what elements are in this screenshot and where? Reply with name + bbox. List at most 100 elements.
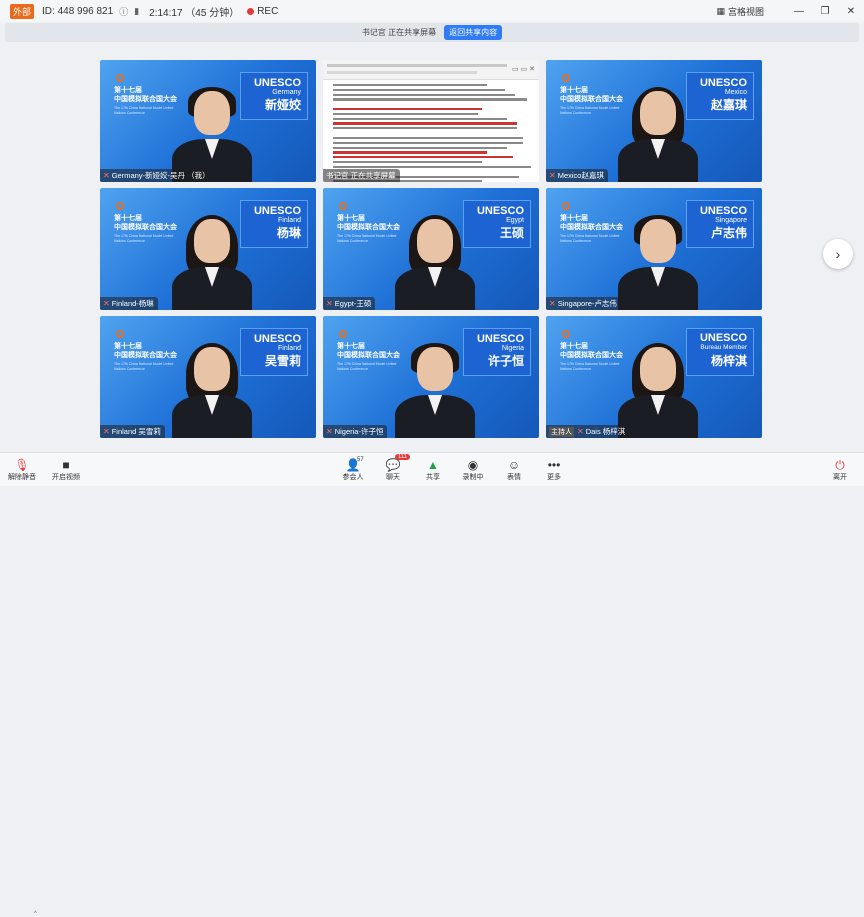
document-text-line <box>333 84 487 86</box>
conference-title: 第十七届 中国模拟联合国大会 <box>560 214 623 232</box>
conference-title-line1: 第十七届 <box>114 86 177 95</box>
participant-name: Nigeria-许子恒 <box>335 426 384 437</box>
shared-screen-tile[interactable]: ▭ ▭ ✕ 书记官 正在共享屏幕 <box>323 60 539 182</box>
info-icon[interactable]: ⓘ <box>119 5 128 18</box>
reactions-button[interactable]: ☺ 表情 <box>494 458 534 482</box>
conference-logo-icon <box>562 74 570 82</box>
share-name-tag: 书记官 正在共享屏幕 <box>323 169 400 182</box>
conference-title: 第十七届 中国模拟联合国大会 <box>114 214 177 232</box>
conference-subtitle: The 17th China National Model United Nat… <box>560 362 620 372</box>
close-button[interactable]: ✕ <box>838 6 864 17</box>
leave-icon: ⏻ <box>820 458 860 472</box>
conference-title: 第十七届 中国模拟联合国大会 <box>114 342 177 360</box>
participant-face <box>194 91 230 135</box>
document-text-line <box>333 137 523 139</box>
mic-off-icon: ✕ <box>326 299 333 308</box>
conference-title-line2: 中国模拟联合国大会 <box>560 223 623 232</box>
conference-logo-icon <box>562 330 570 338</box>
unmute-button[interactable]: 🎙︎ 解除静音 <box>2 458 42 482</box>
participant-tile[interactable]: 第十七届 中国模拟联合国大会 The 17th China National Mod… <box>546 60 762 182</box>
document-text-line <box>333 151 487 153</box>
leave-button[interactable]: ⏻ 离开 <box>820 458 860 482</box>
document-text-line <box>333 113 478 115</box>
share-status-bar: 书记官 正在共享屏幕 返回共享内容 <box>5 23 859 42</box>
meeting-toolbar: 🎙︎ 解除静音 ^ ■ 开启视频 👤 57 参会人 💬 111 聊天 ▲ 共享 … <box>0 452 864 486</box>
chat-badge: 111 <box>395 454 410 460</box>
mic-options-icon[interactable]: ^ <box>34 911 37 917</box>
participant-name-tag: ✕ Mexico赵嘉琪 <box>546 169 608 182</box>
conference-title: 第十七届 中国模拟联合国大会 <box>337 214 400 232</box>
participant-name: Singapore-卢志伟 <box>558 298 617 309</box>
gallery-view-button[interactable]: ▦ 宫格视图 <box>716 5 764 18</box>
participant-tile[interactable]: 第十七届 中国模拟联合国大会 The 17th China National Mod… <box>323 316 539 438</box>
conference-title-line2: 中国模拟联合国大会 <box>560 351 623 360</box>
participant-tile[interactable]: 第十七届 中国模拟联合国大会 The 17th China National Mod… <box>323 188 539 310</box>
conference-title: 第十七届 中国模拟联合国大会 <box>560 342 623 360</box>
more-button[interactable]: ••• 更多 <box>534 458 574 482</box>
document-text-line <box>333 161 482 163</box>
participant-video <box>618 215 698 310</box>
unmute-label: 解除静音 <box>8 474 36 481</box>
participants-button[interactable]: 👤 57 参会人 <box>333 458 373 482</box>
conference-title-line1: 第十七届 <box>337 214 400 223</box>
mic-off-icon: ✕ <box>549 299 556 308</box>
meeting-id[interactable]: ID: 448 996 821 <box>42 6 113 17</box>
conference-subtitle: The 17th China National Model United Nat… <box>337 234 397 244</box>
record-dot-icon <box>247 8 254 15</box>
participant-name: Egypt-王硕 <box>335 298 372 309</box>
next-page-button[interactable]: › <box>823 239 853 269</box>
gallery-view-label: 宫格视图 <box>728 5 764 18</box>
conference-title: 第十七届 中国模拟联合国大会 <box>337 342 400 360</box>
share-button[interactable]: ▲ 共享 <box>413 458 453 482</box>
document-text-line <box>333 147 507 149</box>
back-to-share-button[interactable]: 返回共享内容 <box>444 25 502 40</box>
conference-title-line1: 第十七届 <box>560 214 623 223</box>
record-button[interactable]: ◉ 录制中 <box>453 458 493 482</box>
document-text-line <box>333 156 513 158</box>
video-button[interactable]: ■ 开启视频 <box>46 458 86 482</box>
rec-label[interactable]: REC <box>257 6 278 17</box>
document-text-line <box>333 142 523 144</box>
conference-subtitle: The 17th China National Model United Nat… <box>337 362 397 372</box>
minimize-button[interactable]: — <box>786 6 812 17</box>
participant-name-tag: ✕ Finland 吴雪莉 <box>100 425 165 438</box>
participant-tile[interactable]: 第十七届 中国模拟联合国大会 The 17th China National Mod… <box>100 60 316 182</box>
more-icon: ••• <box>534 458 574 472</box>
document-text-line <box>333 118 507 120</box>
participant-video <box>172 87 252 182</box>
chat-button[interactable]: 💬 111 聊天 <box>373 458 413 482</box>
conference-logo-icon <box>562 202 570 210</box>
participant-face <box>640 219 676 263</box>
conference-title-line1: 第十七届 <box>114 214 177 223</box>
host-label: 主持人 <box>549 427 574 437</box>
restore-button[interactable]: ❐ <box>812 6 838 17</box>
conference-title-line2: 中国模拟联合国大会 <box>337 351 400 360</box>
participant-video <box>172 215 252 310</box>
conference-title: 第十七届 中国模拟联合国大会 <box>560 86 623 104</box>
participant-tile[interactable]: 第十七届 中国模拟联合国大会 The 17th China National Mod… <box>546 188 762 310</box>
document-text-line <box>333 98 527 100</box>
document-window-controls: ▭ ▭ ✕ <box>512 65 535 73</box>
signal-icon: ▮ <box>134 6 139 17</box>
participant-tile[interactable]: 第十七届 中国模拟联合国大会 The 17th China National Mod… <box>100 316 316 438</box>
chevron-right-icon: › <box>836 246 841 262</box>
participant-name-tag: ✕ Egypt-王硕 <box>323 297 375 310</box>
participant-face <box>417 347 453 391</box>
participant-name: Finland-杨琳 <box>112 298 154 309</box>
document-text-line <box>333 89 505 91</box>
more-label: 更多 <box>547 474 561 481</box>
participant-tile[interactable]: 第十七届 中国模拟联合国大会 The 17th China National Mod… <box>546 316 762 438</box>
participant-name: Mexico赵嘉琪 <box>558 170 604 181</box>
grid-icon: ▦ <box>716 6 725 17</box>
conference-subtitle: The 17th China National Model United Nat… <box>114 234 174 244</box>
mic-off-icon: ✕ <box>103 427 110 436</box>
conference-title-line1: 第十七届 <box>337 342 400 351</box>
conference-logo-icon <box>116 330 124 338</box>
participant-face <box>640 91 676 135</box>
leave-label: 离开 <box>833 474 847 481</box>
participant-name-tag: ✕ Finland-杨琳 <box>100 297 158 310</box>
mic-off-icon: ✕ <box>103 299 110 308</box>
conference-title-line1: 第十七届 <box>114 342 177 351</box>
meeting-timer: 2:14:17 （45 分钟） <box>149 4 239 19</box>
participant-tile[interactable]: 第十七届 中国模拟联合国大会 The 17th China National Mod… <box>100 188 316 310</box>
